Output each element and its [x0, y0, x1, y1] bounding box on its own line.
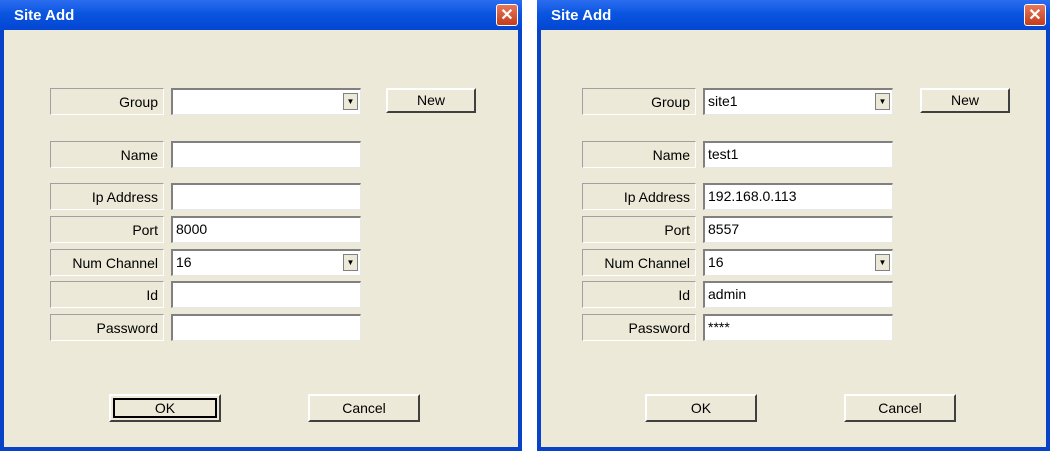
password-label: Password — [50, 314, 164, 341]
site-add-dialog-empty: Site Add ✕ Group ▼ New Name Ip Address P… — [0, 0, 522, 451]
new-group-button[interactable]: New — [386, 88, 476, 113]
name-label: Name — [582, 141, 696, 168]
group-select[interactable]: site1 ▼ — [703, 88, 893, 115]
port-label: Port — [582, 216, 696, 243]
num-channel-label: Num Channel — [50, 249, 164, 276]
id-input[interactable]: admin — [703, 281, 893, 308]
close-button[interactable]: ✕ — [1024, 4, 1046, 26]
ip-address-label: Ip Address — [582, 183, 696, 210]
num-channel-value: 16 — [176, 254, 192, 270]
dialog-title: Site Add — [551, 6, 612, 24]
name-input[interactable]: test1 — [703, 141, 893, 168]
cancel-button[interactable]: Cancel — [844, 394, 956, 422]
group-value: site1 — [708, 93, 738, 109]
dialog-title: Site Add — [14, 6, 75, 24]
ok-button[interactable]: OK — [109, 394, 221, 422]
id-label: Id — [50, 281, 164, 308]
num-channel-select[interactable]: 16 ▼ — [171, 249, 361, 276]
id-label: Id — [582, 281, 696, 308]
group-select[interactable]: ▼ — [171, 88, 361, 115]
new-group-button[interactable]: New — [920, 88, 1010, 113]
ip-address-input[interactable] — [171, 183, 361, 210]
num-channel-label: Num Channel — [582, 249, 696, 276]
password-input[interactable] — [171, 314, 361, 341]
group-label: Group — [582, 88, 696, 115]
site-add-dialog-filled: Site Add ✕ Group site1 ▼ New Name test1 … — [537, 0, 1050, 451]
name-label: Name — [50, 141, 164, 168]
dialog-bottom-border — [0, 447, 522, 451]
title-bar[interactable]: Site Add ✕ — [537, 0, 1050, 30]
id-input[interactable] — [171, 281, 361, 308]
dropdown-arrow-icon[interactable]: ▼ — [875, 93, 890, 110]
num-channel-value: 16 — [708, 254, 724, 270]
name-input[interactable] — [171, 141, 361, 168]
dropdown-arrow-icon[interactable]: ▼ — [343, 93, 358, 110]
dropdown-arrow-icon[interactable]: ▼ — [343, 254, 358, 271]
group-label: Group — [50, 88, 164, 115]
close-icon: ✕ — [500, 7, 514, 24]
port-input[interactable]: 8557 — [703, 216, 893, 243]
password-input[interactable]: **** — [703, 314, 893, 341]
close-button[interactable]: ✕ — [496, 4, 518, 26]
cancel-button[interactable]: Cancel — [308, 394, 420, 422]
port-input[interactable]: 8000 — [171, 216, 361, 243]
password-label: Password — [582, 314, 696, 341]
title-bar[interactable]: Site Add ✕ — [0, 0, 522, 30]
ip-address-label: Ip Address — [50, 183, 164, 210]
dropdown-arrow-icon[interactable]: ▼ — [875, 254, 890, 271]
port-label: Port — [50, 216, 164, 243]
ok-button[interactable]: OK — [645, 394, 757, 422]
num-channel-select[interactable]: 16 ▼ — [703, 249, 893, 276]
dialog-bottom-border — [537, 447, 1050, 451]
ip-address-input[interactable]: 192.168.0.113 — [703, 183, 893, 210]
close-icon: ✕ — [1028, 7, 1042, 24]
